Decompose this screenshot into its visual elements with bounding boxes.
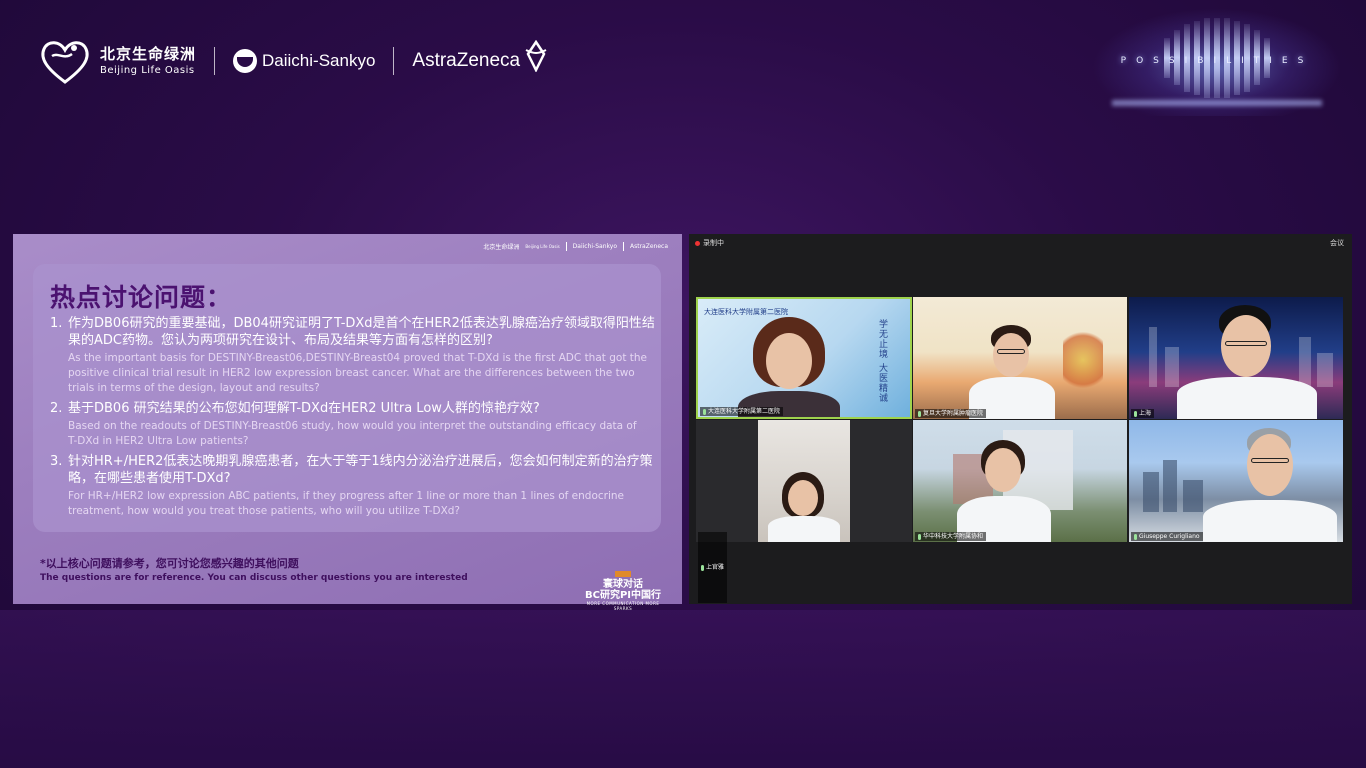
recording-indicator[interactable]: 录制中 [695, 238, 724, 248]
mic-icon [918, 533, 921, 540]
slide-title: 热点讨论问题： [50, 283, 233, 312]
participant-name-label: 大连医科大学附属第二医院 [700, 407, 784, 416]
participant-name-label: 复旦大学附属肿瘤医院 [915, 409, 987, 418]
question-3: 3. 针对HR+/HER2低表达晚期乳腺癌患者，在大于等于1线内分泌治疗进展后，… [50, 453, 658, 519]
question-1: 1. 作为DB06研究的重要基础，DB04研究证明了T-DXd是首个在HER2低… [50, 315, 658, 396]
badge-line2: BC研究PI中国行 [584, 590, 661, 601]
question-en: For HR+/HER2 low expression ABC patients… [68, 490, 624, 517]
badge-subtitle: MORE COMMUNICATION MORE SPARKS [586, 601, 660, 611]
question-number: 2. [50, 401, 63, 416]
slide-footnote: *以上核心问题请参考，您可讨论您感兴趣的其他问题 The questions a… [40, 555, 468, 583]
oasis-heart-icon [41, 41, 89, 84]
mic-icon [918, 410, 921, 417]
slide-daiichi-logo: Daiichi-Sankyo [572, 243, 617, 250]
participant-name-label: Giuseppe Curigliano [1131, 532, 1203, 541]
question-cn: 作为DB06研究的重要基础，DB04研究证明了T-DXd是首个在HER2低表达乳… [68, 316, 655, 348]
background-band [0, 610, 1366, 768]
record-dot-icon [695, 240, 700, 246]
footnote-en: The questions are for reference. You can… [40, 573, 468, 583]
participant-name-label: 华中科技大学附属协和 [915, 532, 987, 541]
oasis-cn-name: 北京生命绿洲 [100, 44, 197, 63]
question-en: As the important basis for DESTINY-Breas… [68, 352, 648, 394]
participant-name-label: 上官雅 [698, 532, 728, 603]
tile-background-text: 大连医科大学附属第二医院 [704, 308, 788, 316]
daiichi-sankyo-icon [233, 49, 258, 73]
badge-line1: 寰球对话 [603, 579, 643, 590]
participant-tile-6[interactable]: Giuseppe Curigliano [1129, 420, 1343, 542]
recording-label: 录制中 [703, 239, 724, 247]
event-badge: 寰球对话 BC研究PI中国行 MORE COMMUNICATION MORE S… [579, 560, 667, 611]
mic-icon [1134, 533, 1137, 540]
badge-tag [615, 571, 631, 577]
oasis-en-name: Beijing Life Oasis [100, 65, 195, 77]
participant-tile-4[interactable] [758, 420, 850, 542]
slide-astrazeneca-logo: AstraZeneca [630, 243, 668, 250]
question-cn: 基于DB06 研究结果的公布您如何理解T-DXd在HER2 Ultra Low人… [68, 401, 540, 416]
mic-icon [701, 564, 704, 571]
question-en: Based on the readouts of DESTINY-Breast0… [68, 420, 637, 447]
brand-bar: 北京生命绿洲 Beijing Life Oasis Daiichi-Sankyo… [38, 36, 550, 86]
meeting-menu-button[interactable]: 会议 [1330, 238, 1344, 248]
slide-logos: 北京生命绿洲 Beijing Life Oasis Daiichi-Sankyo… [483, 242, 668, 251]
participant-tile-5[interactable]: 华中科技大学附属协和 [913, 420, 1127, 542]
possibilities-graphic: POSSIBILITIES [1082, 8, 1352, 116]
participant-tile-2[interactable]: 复旦大学附属肿瘤医院 [913, 297, 1127, 419]
astrazeneca-logo: AstraZeneca [412, 40, 550, 72]
question-number: 1. [50, 316, 63, 331]
shared-slide: 北京生命绿洲 Beijing Life Oasis Daiichi-Sankyo… [13, 234, 682, 611]
participant-tile-3[interactable]: 上海 [1129, 297, 1343, 419]
logo-divider [214, 47, 216, 75]
slide-oasis-sub: Beijing Life Oasis [525, 244, 560, 249]
beijing-life-oasis-logo: 北京生命绿洲 Beijing Life Oasis [38, 36, 196, 86]
mic-icon [1134, 410, 1137, 417]
tile-vertical-text: 学无止境 大医精诚 [877, 319, 887, 403]
astrazeneca-symbol-icon [525, 40, 547, 72]
daiichi-sankyo-logo: Daiichi-Sankyo [233, 49, 375, 73]
daiichi-sankyo-name: Daiichi-Sankyo [262, 51, 376, 70]
video-conference-panel: 录制中 会议 大连医科大学附属第二医院 学无止境 大医精诚 大连医科大学附属第二… [689, 234, 1352, 604]
possibilities-text: POSSIBILITIES [1120, 56, 1314, 66]
footnote-cn: *以上核心问题请参考，您可讨论您感兴趣的其他问题 [40, 557, 299, 570]
logo-divider [393, 47, 395, 75]
mic-icon [703, 408, 706, 415]
participant-tile-1[interactable]: 大连医科大学附属第二医院 学无止境 大医精诚 大连医科大学附属第二医院 [696, 297, 912, 419]
question-cn: 针对HR+/HER2低表达晚期乳腺癌患者，在大于等于1线内分泌治疗进展后，您会如… [68, 454, 653, 486]
astrazeneca-name: AstraZeneca [412, 50, 521, 71]
question-number: 3. [50, 454, 63, 469]
question-2: 2. 基于DB06 研究结果的公布您如何理解T-DXd在HER2 Ultra L… [50, 400, 658, 449]
participant-name-label: 上海 [1131, 409, 1155, 418]
slide-oasis-logo: 北京生命绿洲 [483, 244, 520, 251]
